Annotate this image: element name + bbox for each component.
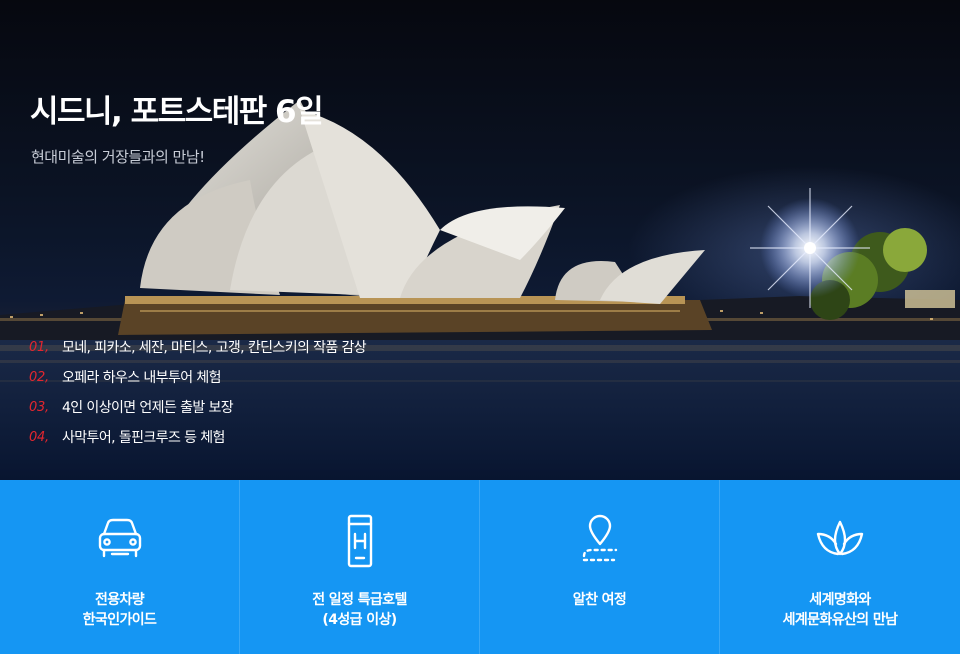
list-item: 04, 사막투어, 돌핀크루즈 등 체험 (29, 422, 366, 452)
feature-number: 01, (29, 339, 49, 355)
highlight-hotel: 전 일정 특급호텔 (4성급 이상) (240, 480, 480, 654)
highlight-label: 전용차량 한국인가이드 (0, 590, 240, 630)
feature-number: 03, (29, 399, 49, 415)
list-item: 03, 4인 이상이면 언제든 출발 보장 (29, 392, 366, 422)
feature-number: 02, (29, 369, 49, 385)
highlight-line1: 전 일정 특급호텔 (312, 592, 407, 608)
feature-text: 오페라 하우스 내부투어 체험 (62, 370, 222, 386)
feature-text: 사막투어, 돌핀크루즈 등 체험 (62, 430, 225, 446)
highlight-line1: 알찬 여정 (572, 592, 627, 608)
car-icon (98, 518, 142, 558)
highlight-label: 알찬 여정 (480, 590, 720, 610)
list-item: 01, 모네, 피카소, 세잔, 마티스, 고갱, 칸딘스키의 작품 감상 (29, 332, 367, 362)
highlight-line2: 한국인가이드 (82, 612, 157, 628)
feature-list: 01, 모네, 피카소, 세잔, 마티스, 고갱, 칸딘스키의 작품 감상 02… (29, 332, 367, 452)
route-pin-icon (582, 514, 618, 562)
page-subtitle: 현대미술의 거장들과의 만남! (31, 148, 205, 166)
list-item: 02, 오페라 하우스 내부투어 체험 (29, 362, 366, 392)
highlight-label: 전 일정 특급호텔 (4성급 이상) (240, 590, 480, 630)
feature-text: 4인 이상이면 언제든 출발 보장 (62, 400, 234, 416)
highlight-line2: (4성급 이상) (322, 612, 397, 628)
highlight-itinerary: 알찬 여정 (480, 480, 720, 654)
highlight-line1: 전용차량 (94, 592, 145, 608)
highlight-line1: 세계명화와 (809, 592, 871, 608)
highlights-bar: 전용차량 한국인가이드 전 일정 특급호텔 (4성급 이상) 알찬 여정 세계명… (0, 480, 960, 654)
feature-number: 04, (29, 429, 49, 445)
feature-text: 모네, 피카소, 세잔, 마티스, 고갱, 칸딘스키의 작품 감상 (62, 340, 367, 356)
highlight-private-vehicle: 전용차량 한국인가이드 (0, 480, 240, 654)
lotus-icon (816, 520, 864, 556)
hotel-icon (347, 514, 373, 568)
page-title: 시드니, 포트스테판 6일 (30, 94, 324, 130)
highlight-label: 세계명화와 세계문화유산의 만남 (720, 590, 960, 630)
hero-banner: 시드니, 포트스테판 6일 현대미술의 거장들과의 만남! 01, 모네, 피카… (0, 0, 960, 480)
highlight-line2: 세계문화유산의 만남 (782, 612, 898, 628)
highlight-art-heritage: 세계명화와 세계문화유산의 만남 (720, 480, 960, 654)
